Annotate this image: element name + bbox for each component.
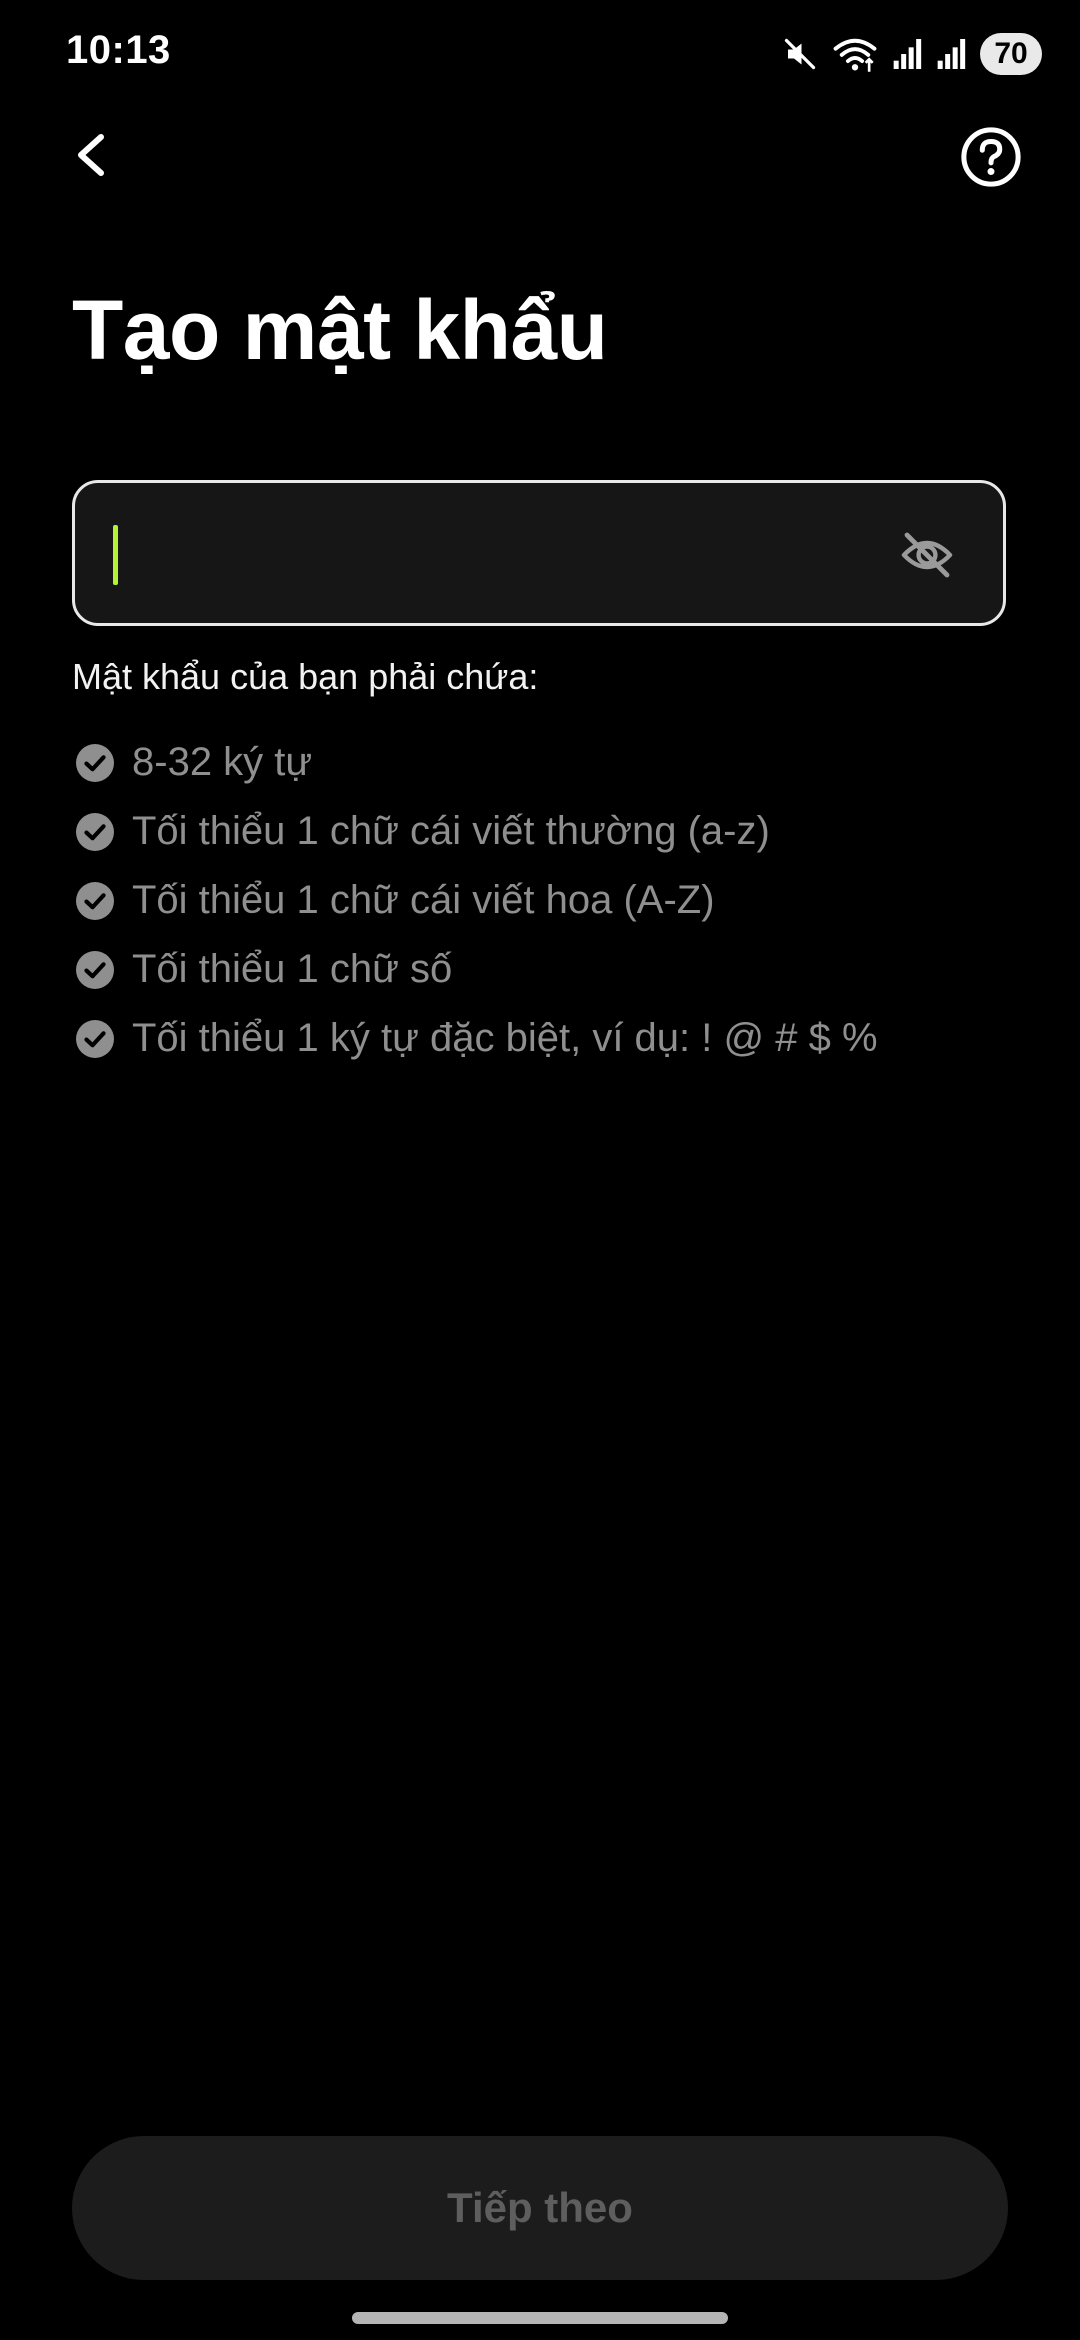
- requirements-list: 8-32 ký tự Tối thiểu 1 chữ cái viết thườ…: [76, 728, 878, 1073]
- requirement-label: Tối thiểu 1 ký tự đặc biệt, ví dụ: ! @ #…: [132, 1016, 878, 1060]
- password-input[interactable]: [111, 483, 895, 625]
- help-button[interactable]: [958, 124, 1024, 190]
- check-circle-icon: [76, 812, 114, 851]
- next-button[interactable]: Tiếp theo: [72, 2136, 1008, 2280]
- page-title: Tạo mật khẩu: [72, 283, 608, 377]
- requirement-item: Tối thiểu 1 chữ cái viết thường (a-z): [76, 797, 878, 866]
- text-caret: [113, 525, 118, 585]
- signal-icon: [936, 37, 966, 71]
- requirement-item: Tối thiểu 1 chữ cái viết hoa (A-Z): [76, 866, 878, 935]
- requirement-item: Tối thiểu 1 ký tự đặc biệt, ví dụ: ! @ #…: [76, 1004, 878, 1073]
- requirement-item: 8-32 ký tự: [76, 728, 878, 797]
- requirement-label: Tối thiểu 1 chữ cái viết thường (a-z): [132, 809, 770, 853]
- requirement-item: Tối thiểu 1 chữ số: [76, 935, 878, 1004]
- mute-icon: [782, 36, 818, 72]
- check-circle-icon: [76, 950, 114, 989]
- check-circle-icon: [76, 881, 114, 920]
- check-circle-icon: [76, 1019, 114, 1058]
- requirement-label: 8-32 ký tự: [132, 740, 313, 784]
- requirements-heading: Mật khẩu của bạn phải chứa:: [72, 656, 539, 697]
- chevron-left-icon: [78, 134, 104, 176]
- back-button[interactable]: [56, 120, 126, 190]
- status-bar: 10:13 70: [0, 0, 1080, 110]
- signal-icon: [892, 37, 922, 71]
- password-visibility-toggle[interactable]: [899, 527, 955, 583]
- requirement-label: Tối thiểu 1 chữ cái viết hoa (A-Z): [132, 878, 715, 922]
- requirement-label: Tối thiểu 1 chữ số: [132, 947, 453, 991]
- question-circle-icon: [961, 127, 1021, 187]
- battery-indicator: 70: [980, 33, 1042, 75]
- check-circle-icon: [76, 743, 114, 782]
- home-indicator[interactable]: [352, 2312, 728, 2324]
- status-time: 10:13: [66, 28, 171, 72]
- wifi-icon: [832, 34, 878, 74]
- eye-off-icon: [901, 532, 953, 578]
- create-password-screen: 10:13 70 Tạo mật khẩu Mật khẩu của bạn p…: [0, 0, 1080, 2340]
- status-icons: 70: [782, 30, 1042, 78]
- password-field[interactable]: [72, 480, 1006, 626]
